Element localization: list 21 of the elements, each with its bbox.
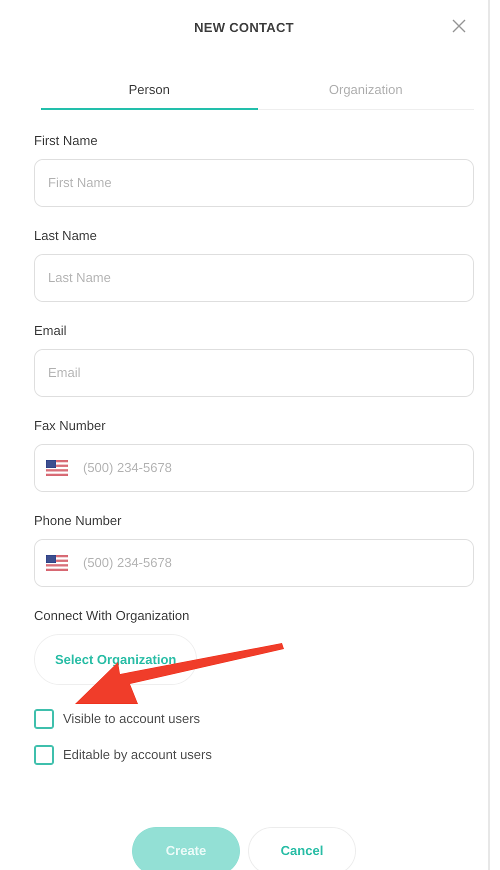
tab[interactable]: Organization (258, 76, 474, 110)
checkbox-label: Visible to account users (63, 710, 200, 728)
field-label: Phone Number (34, 512, 122, 530)
input-field[interactable]: Email (34, 348, 474, 396)
input-field[interactable]: First Name (34, 158, 474, 206)
tab[interactable]: Person (41, 76, 258, 110)
field-label: Fax Number (34, 416, 107, 434)
cancel-button[interactable]: Cancel (248, 827, 356, 870)
input-field[interactable]: Last Name (34, 254, 474, 302)
checkbox-label: Editable by account users (63, 746, 212, 764)
field-label: First Name (34, 132, 99, 150)
flag-icon (46, 554, 68, 570)
checkbox[interactable] (34, 745, 54, 765)
field-label: Email (34, 322, 68, 340)
checkbox[interactable] (34, 709, 54, 729)
field-label: Connect With Organization (34, 606, 190, 624)
dialog-title: NEW CONTACT (194, 20, 294, 35)
phone-field[interactable]: (500) 234-5678 (34, 444, 474, 492)
flag-icon (46, 460, 68, 476)
phone-field[interactable]: (500) 234-5678 (34, 538, 474, 586)
field-label: Last Name (34, 226, 98, 244)
